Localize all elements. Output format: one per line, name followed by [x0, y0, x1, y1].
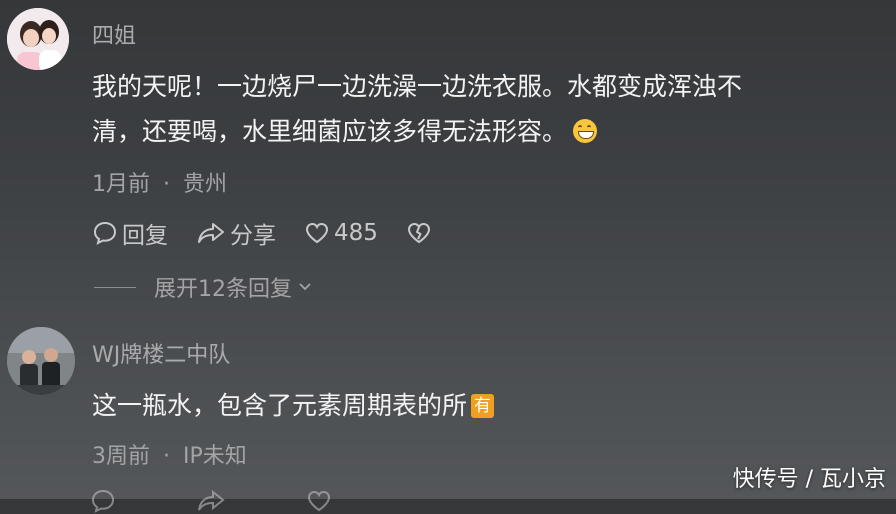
share-button[interactable]: 分享 — [196, 216, 276, 250]
share-arrow-icon — [198, 489, 225, 511]
comment-text-line: 这一瓶水，包含了元素周期表的所 — [92, 391, 468, 420]
comment-actions-partial — [90, 488, 332, 514]
comment-text-line-content: 清，还要喝，水里细菌应该多得无法形容。 — [92, 117, 568, 146]
share-label: 分享 — [230, 223, 276, 249]
watermark: 快传号 / 瓦小京 — [732, 467, 886, 492]
dislike-button[interactable] — [406, 221, 436, 245]
meta-separator: · — [163, 172, 170, 197]
comment-meta: 1月前 · 贵州 — [92, 166, 227, 198]
chevron-down-icon — [299, 283, 311, 291]
reply-bubble-icon — [91, 489, 115, 513]
comment-time: 1月前 — [92, 172, 150, 197]
share-arrow-icon — [198, 223, 224, 243]
like-count: 485 — [334, 220, 378, 246]
heart-icon — [305, 222, 329, 244]
reply-label: 回复 — [122, 223, 168, 249]
avatar[interactable] — [7, 327, 75, 395]
heart-icon — [307, 490, 331, 512]
comment-location: 贵州 — [183, 172, 228, 197]
comment-text: 这一瓶水，包含了元素周期表的所有 — [92, 383, 495, 428]
grinning-face-emoji-icon — [573, 119, 598, 143]
comment-username[interactable]: 四姐 — [92, 18, 136, 50]
comment-username[interactable]: WJ牌楼二中队 — [92, 337, 230, 369]
expand-replies-button[interactable]: 展开12条回复 — [94, 271, 314, 303]
avatar[interactable] — [7, 8, 69, 70]
comment-text-line: 清，还要喝，水里细菌应该多得无法形容。 — [92, 109, 742, 154]
broken-heart-icon — [407, 222, 430, 244]
comment-text-line: 我的天呢！一边烧尸一边洗澡一边洗衣服。水都变成浑浊不 — [92, 72, 743, 101]
like-button[interactable]: 485 — [304, 220, 378, 246]
you-badge: 有 — [471, 394, 495, 418]
comment-actions: 回复 分享 485 — [92, 216, 464, 250]
reply-button[interactable]: 回复 — [92, 216, 168, 250]
comment-time: 3周前 — [92, 444, 150, 469]
comment-meta: 3周前 · IP未知 — [92, 438, 247, 470]
comment-text: 我的天呢！一边烧尸一边洗澡一边洗衣服。水都变成浑浊不 清，还要喝，水里细菌应该多… — [92, 64, 742, 154]
comment-location: IP未知 — [183, 444, 247, 469]
meta-separator: · — [163, 444, 170, 469]
divider-line — [94, 286, 136, 288]
reply-bubble-icon — [93, 221, 117, 245]
expand-replies-label: 展开12条回复 — [154, 277, 292, 302]
